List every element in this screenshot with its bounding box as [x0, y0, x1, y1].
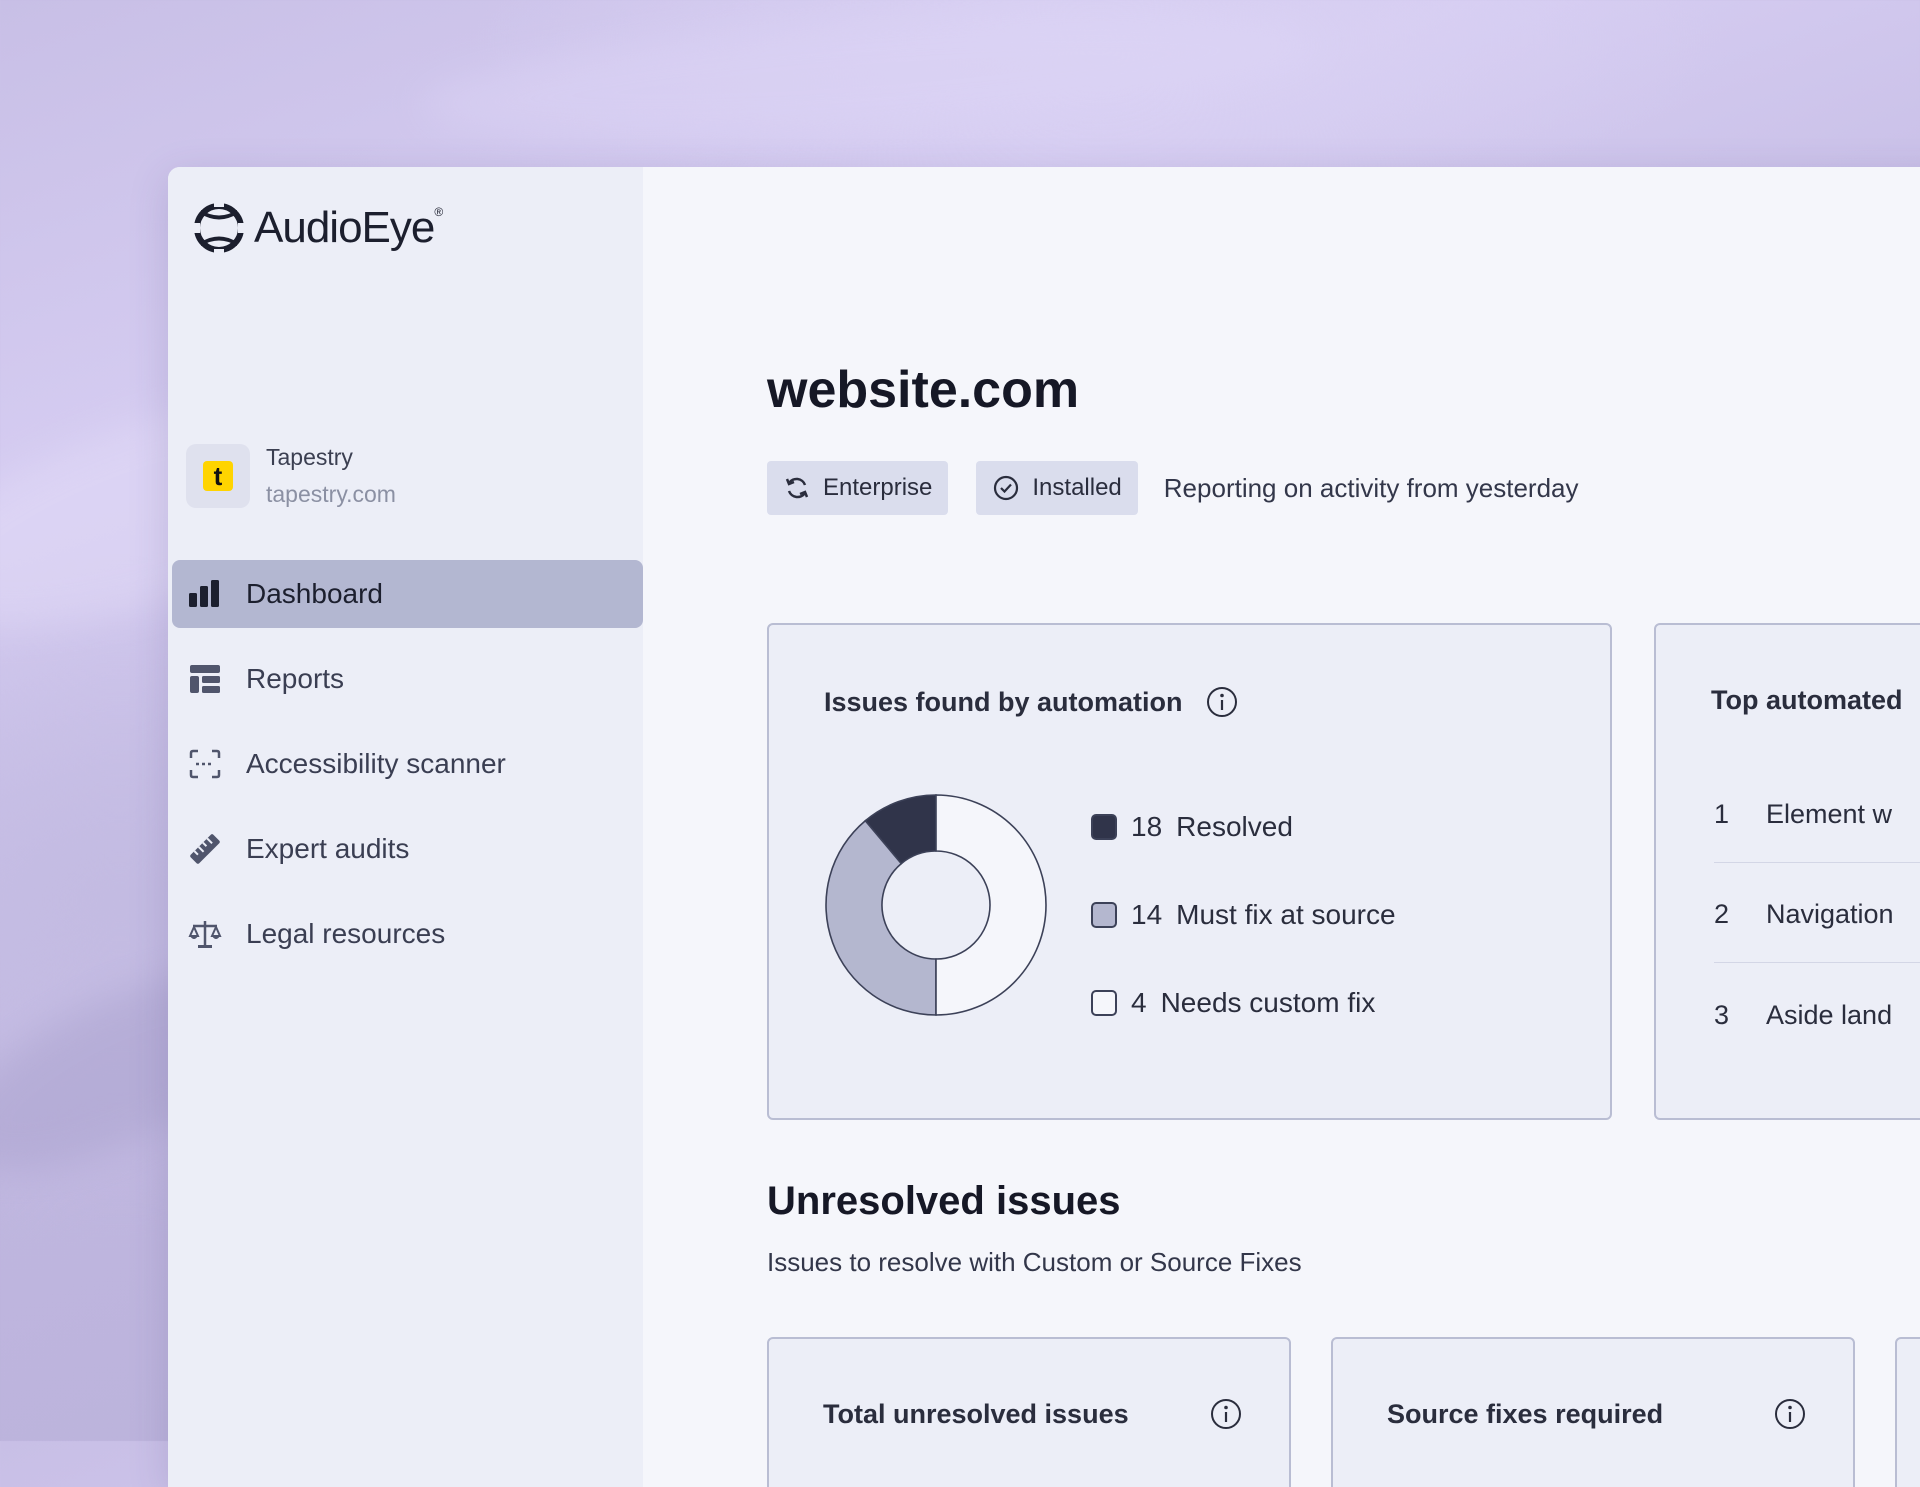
legend-label: Must fix at source [1176, 899, 1396, 930]
top-issue-rank: 2 [1714, 899, 1730, 929]
sidebar-item-legal-resources[interactable]: Legal resources [172, 900, 643, 968]
total-unresolved-card: Total unresolved issues [767, 1337, 1291, 1487]
top-issue-row[interactable]: 3 Aside land [1714, 1000, 1892, 1031]
sidebar-nav: Dashboard Reports Accessibility scanner [172, 560, 643, 985]
site-badges: Enterprise Installed Reporting on activi… [767, 461, 1579, 515]
org-switcher[interactable]: t Tapestry tapestry.com [186, 444, 396, 508]
audioeye-logo[interactable]: AudioEye® [192, 201, 443, 255]
row-divider [1714, 862, 1920, 863]
sidebar-item-accessibility-scanner[interactable]: Accessibility scanner [172, 730, 643, 798]
top-automated-card: Top automated 1 Element w 2 Navigation 3… [1654, 623, 1920, 1120]
sidebar: AudioEye® t Tapestry tapestry.com Dashbo… [168, 167, 643, 1487]
unresolved-section-title: Unresolved issues [767, 1179, 1121, 1223]
sidebar-item-expert-audits[interactable]: Expert audits [172, 815, 643, 883]
donut-slice-needs-custom-fix [935, 794, 1047, 1016]
legend-label: Resolved [1176, 811, 1293, 842]
plan-badge: Enterprise [767, 461, 949, 515]
audioeye-logo-icon [192, 201, 246, 255]
main-content: website.com Enterprise Installed Reporti… [643, 167, 1920, 1487]
legend-item-custom-fix: 4 Needs custom fix [1091, 987, 1375, 1019]
scan-icon [189, 749, 221, 779]
top-issue-label: Navigation [1766, 899, 1894, 929]
check-circle-icon [994, 475, 1019, 501]
legend-count: 14 [1131, 899, 1163, 930]
scale-icon [188, 921, 222, 948]
sidebar-item-dashboard[interactable]: Dashboard [172, 560, 643, 628]
legend-swatch [1091, 990, 1117, 1016]
install-status-label: Installed [1032, 474, 1122, 501]
info-icon[interactable] [1205, 685, 1239, 719]
source-fixes-card: Source fixes required [1331, 1337, 1855, 1487]
total-unresolved-title: Total unresolved issues [823, 1397, 1243, 1431]
row-divider [1714, 962, 1920, 963]
plan-badge-label: Enterprise [823, 474, 933, 501]
page-title: website.com [767, 361, 1080, 419]
sidebar-item-label: Accessibility scanner [246, 748, 506, 779]
org-avatar: t [186, 444, 250, 508]
legend-item-resolved: 18 Resolved [1091, 811, 1293, 843]
sidebar-item-label: Reports [246, 663, 345, 694]
top-issue-label: Aside land [1766, 1000, 1893, 1030]
org-url: tapestry.com [266, 481, 396, 507]
legend-label: Needs custom fix [1160, 987, 1376, 1018]
legend-item-must-fix: 14 Must fix at source [1091, 899, 1396, 931]
sidebar-item-label: Legal resources [246, 918, 446, 949]
background-streak [417, 0, 1323, 162]
legend-swatch [1091, 902, 1117, 928]
top-issue-rank: 1 [1714, 799, 1730, 829]
bar-chart-icon [189, 580, 219, 607]
top-issue-row[interactable]: 1 Element w [1714, 799, 1892, 830]
legend-swatch [1091, 814, 1117, 840]
refresh-icon [785, 477, 809, 499]
ruler-icon [190, 834, 220, 864]
sidebar-item-reports[interactable]: Reports [172, 645, 643, 713]
top-issue-label: Element w [1766, 799, 1893, 829]
info-icon[interactable] [1773, 1397, 1807, 1431]
issues-found-card: Issues found by automation 18 Resolved 1… [767, 623, 1612, 1120]
top-card-title: Top automated [1711, 685, 1903, 715]
logo-text: AudioEye® [254, 203, 443, 252]
org-initial: t [203, 461, 233, 491]
source-fixes-title: Source fixes required [1387, 1397, 1807, 1431]
unresolved-section-subtitle: Issues to resolve with Custom or Source … [767, 1247, 1302, 1277]
third-metric-card [1895, 1337, 1920, 1487]
sidebar-item-label: Expert audits [246, 833, 410, 864]
sidebar-item-label: Dashboard [246, 578, 383, 609]
top-issue-rank: 3 [1714, 1000, 1730, 1030]
legend-count: 18 [1131, 811, 1163, 842]
org-name: Tapestry [266, 444, 353, 470]
table-icon [190, 665, 220, 693]
legend-count: 4 [1131, 987, 1147, 1018]
info-icon[interactable] [1209, 1397, 1243, 1431]
app-window: AudioEye® t Tapestry tapestry.com Dashbo… [168, 167, 1920, 1487]
issues-donut-chart [825, 794, 1047, 1016]
top-issue-row[interactable]: 2 Navigation [1714, 899, 1894, 930]
issues-card-title: Issues found by automation [824, 685, 1239, 719]
reporting-note: Reporting on activity from yesterday [1163, 472, 1579, 503]
install-status-badge: Installed [976, 461, 1138, 515]
